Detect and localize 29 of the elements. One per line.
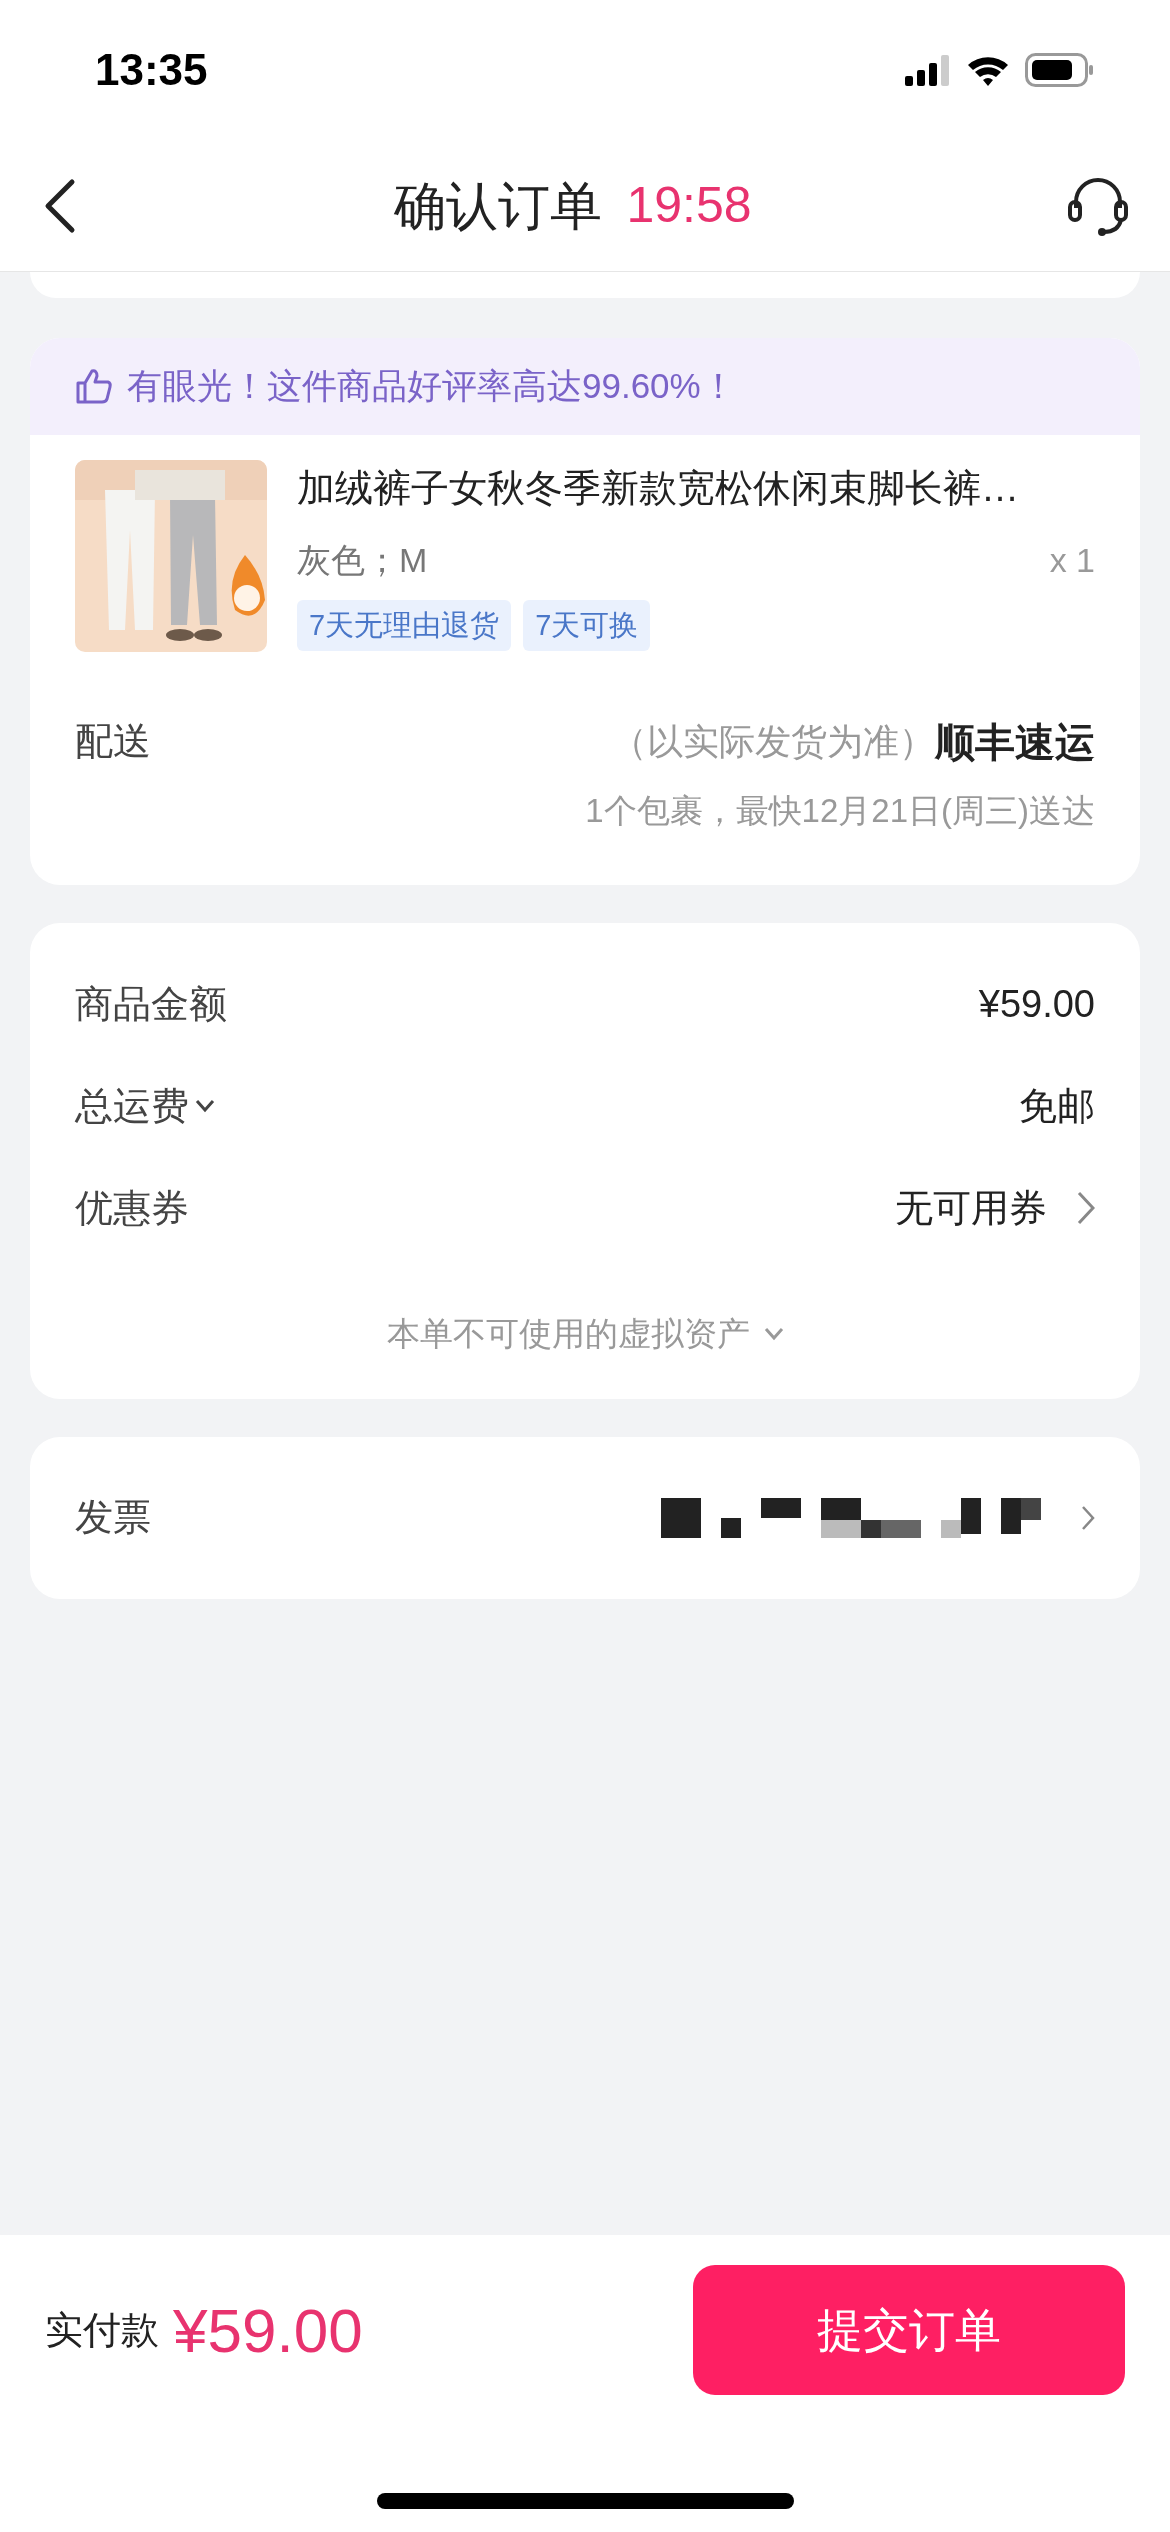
battery-icon	[1025, 53, 1095, 87]
product-title[interactable]: 加绒裤子女秋冬季新款宽松休闲束脚长裤…	[297, 459, 1095, 517]
cost-label: 优惠券	[75, 1185, 189, 1231]
cost-value[interactable]: 无可用券	[895, 1179, 1047, 1237]
total-amount: ¥59.00	[173, 2294, 363, 2367]
cost-label: 商品金额	[75, 981, 227, 1027]
delivery-note: （以实际发货为准）	[611, 719, 935, 762]
product-spec: 灰色；M	[297, 539, 428, 581]
clock-time: 13:35	[95, 44, 208, 96]
cost-value: 免邮	[1019, 1083, 1095, 1129]
chevron-right-icon[interactable]	[1077, 1191, 1095, 1225]
thumbs-up-icon	[75, 368, 113, 405]
praise-text: 有眼光！这件商品好评率高达99.60%！	[127, 365, 736, 407]
carrier-name: 顺丰速运	[935, 718, 1095, 766]
countdown-timer: 19:58	[626, 176, 752, 235]
service-tag: 7天可换	[523, 599, 651, 651]
quantity-text: x 1	[1049, 539, 1095, 581]
delivery-label: 配送	[75, 719, 151, 764]
delivery-estimate: 1个包裹，最快12月21日(周三)送达	[585, 790, 1095, 831]
service-tag: 7天无理由退货	[297, 599, 512, 651]
invoice-label: 发票	[75, 1495, 151, 1540]
page-title: 确认订单	[394, 175, 603, 237]
cost-value: ¥59.00	[978, 981, 1095, 1027]
cost-label: 总运费	[75, 1083, 189, 1129]
total-label: 实付款	[45, 2307, 159, 2353]
chevron-down-icon[interactable]	[195, 1099, 215, 1113]
signal-icon	[905, 54, 951, 86]
submit-order-button[interactable]: 提交订单	[693, 2265, 1125, 2395]
chevron-right-icon[interactable]	[1081, 1504, 1095, 1531]
